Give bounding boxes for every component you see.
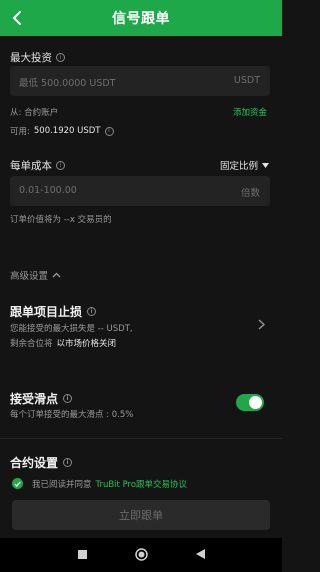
slippage-desc: 每个订单接受的最大滑点 : 0.5% <box>10 410 134 420</box>
per-order-cost-unit: 倍数 <box>240 188 260 199</box>
info-icon[interactable]: i <box>63 394 73 403</box>
cost-mode-value: 固定比例 <box>220 161 259 172</box>
info-icon[interactable]: i <box>63 458 73 467</box>
caret-down-icon <box>262 162 270 168</box>
max-investment-label: 最大投资 <box>10 52 52 64</box>
toggle-knob <box>249 396 262 409</box>
chevron-right-icon[interactable] <box>258 319 265 330</box>
available-value: 500.1920 USDT <box>33 126 101 136</box>
order-value-note: 订单价值将为 --x 交易员的 <box>10 215 112 225</box>
agree-checkbox[interactable] <box>12 478 23 489</box>
advanced-settings-label: 高级设置 <box>10 271 49 282</box>
stop-loss-line2: 剩余合位将 以市场价格关闭 <box>10 337 116 349</box>
per-order-cost-placeholder: 0.01-100.00 <box>19 185 77 196</box>
add-funds-link[interactable]: 添加资金 <box>233 106 267 118</box>
top-bar: 信号跟单 <box>0 0 282 36</box>
info-icon[interactable]: i <box>56 53 65 62</box>
info-icon[interactable]: i <box>87 307 97 316</box>
stop-loss-value: 以市场价格关闭 <box>56 339 117 349</box>
cost-mode-select[interactable]: 固定比例 <box>220 158 270 172</box>
stop-loss-title: 跟单项目止损 <box>10 305 83 319</box>
from-account-label: 从: 合约账户 <box>10 108 59 118</box>
per-order-cost-label-row: 每单成本 i <box>10 158 65 173</box>
agreement-text: 我已阅读并同意 TruBit Pro跟单交易协议 <box>32 478 187 490</box>
chevron-up-icon <box>52 272 61 278</box>
back-arrow-icon[interactable] <box>8 9 26 27</box>
max-investment-placeholder: 最低 500.0000 USDT <box>19 78 116 89</box>
stop-loss-row[interactable]: 跟单项目止损 i <box>10 303 97 320</box>
home-icon[interactable] <box>135 548 148 561</box>
max-investment-input[interactable]: 最低 500.0000 USDT USDT <box>10 66 270 96</box>
slippage-toggle[interactable] <box>236 394 264 411</box>
slippage-title: 接受滑点 <box>10 392 59 406</box>
divider <box>0 438 282 439</box>
stop-loss-desc: 您能接受的最大损失是 -- USDT, <box>10 324 133 334</box>
max-investment-unit: USDT <box>233 75 260 86</box>
stop-loss-prefix: 剩余合位将 <box>10 339 53 349</box>
system-navbar <box>0 538 282 572</box>
info-icon[interactable]: i <box>56 161 65 170</box>
max-investment-label-row: 最大投资 i <box>10 50 65 65</box>
recent-apps-icon[interactable] <box>78 550 87 559</box>
info-icon[interactable]: i <box>104 126 114 136</box>
slippage-row: 接受滑点 i <box>10 390 73 407</box>
available-balance: 可用: 500.1920 USDT i <box>10 125 114 137</box>
advanced-settings-toggle[interactable]: 高级设置 <box>10 268 61 282</box>
per-order-cost-label: 每单成本 <box>10 160 52 172</box>
contract-settings-row: 合约设置 i <box>10 454 73 471</box>
back-nav-icon[interactable] <box>196 549 205 559</box>
page-title: 信号跟单 <box>112 11 170 27</box>
follow-now-button[interactable]: 立即跟单 <box>12 500 270 530</box>
from-account: 从: 合约账户 <box>10 106 58 118</box>
agreement-link[interactable]: TruBit Pro跟单交易协议 <box>96 478 188 490</box>
available-label: 可用: <box>10 127 30 137</box>
contract-settings-title: 合约设置 <box>10 456 59 470</box>
per-order-cost-input[interactable]: 0.01-100.00 倍数 <box>10 176 270 206</box>
check-icon <box>14 481 21 487</box>
stop-loss-line1: 您能接受的最大损失是 -- USDT, <box>10 322 133 334</box>
agreement-prefix: 我已阅读并同意 <box>32 480 92 490</box>
